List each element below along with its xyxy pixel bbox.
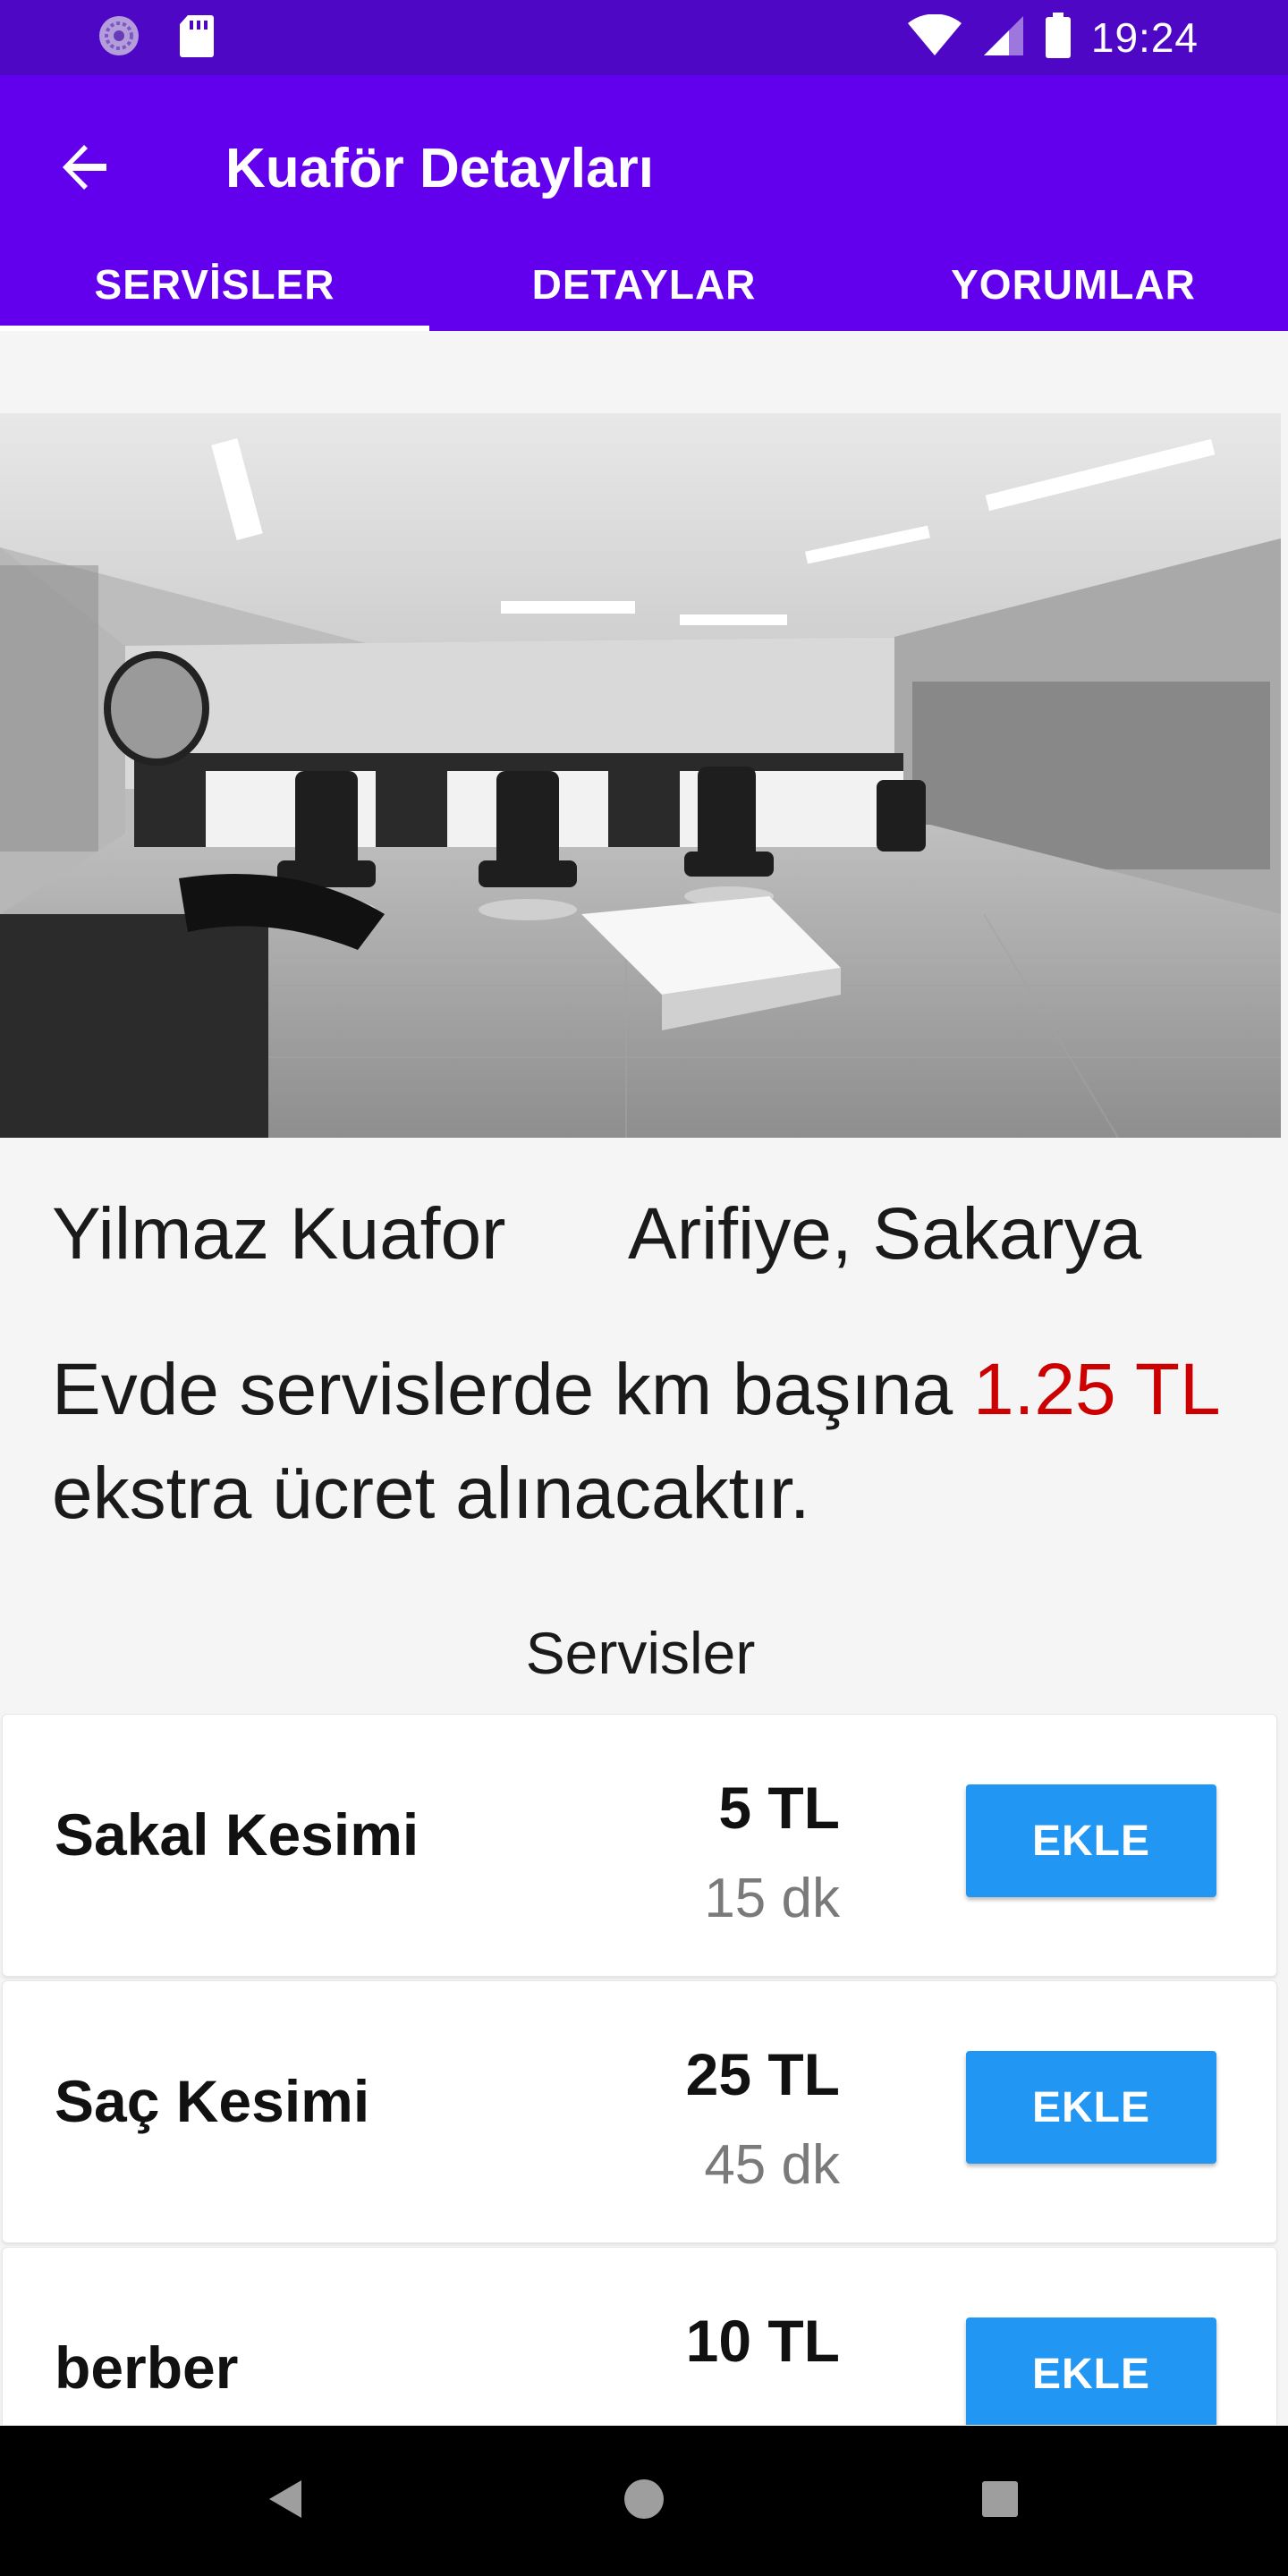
service-name: berber: [55, 2334, 239, 2401]
app-bar: Kuaför Detayları SERVİSLER DETAYLAR YORU…: [0, 75, 1288, 331]
add-service-button[interactable]: EKLE: [966, 2051, 1216, 2164]
page-title: Kuaför Detayları: [225, 138, 654, 199]
tab-yorumlar[interactable]: YORUMLAR: [859, 254, 1288, 331]
add-service-button[interactable]: EKLE: [966, 1784, 1216, 1897]
service-price: 5 TL: [718, 1775, 840, 1841]
service-duration: 45 dk: [704, 2134, 840, 2196]
recents-square-icon: [978, 2477, 1022, 2526]
status-bar: 19:24: [0, 0, 1288, 75]
nav-home-button[interactable]: [608, 2465, 680, 2537]
tab-servisler[interactable]: SERVİSLER: [0, 254, 429, 331]
wifi-icon: [907, 13, 962, 62]
tab-indicator: [0, 326, 429, 331]
service-price: 10 TL: [685, 2308, 840, 2374]
notice-text-after: ekstra ücret alınacaktır.: [52, 1453, 810, 1534]
status-time: 19:24: [1090, 14, 1199, 61]
service-card: Sakal Kesimi 5 TL 15 dk EKLE: [2, 1714, 1277, 1977]
service-name: Sakal Kesimi: [55, 1801, 419, 1868]
toolbar: Kuaför Detayları: [0, 75, 1288, 254]
notice-price: 1.25 TL: [973, 1349, 1218, 1430]
service-name: Saç Kesimi: [55, 2068, 370, 2134]
arrow-back-icon: [58, 140, 112, 199]
tab-detaylar[interactable]: DETAYLAR: [429, 254, 859, 331]
service-duration: 15 dk: [704, 1868, 840, 1929]
services-section-title: Servisler: [525, 1620, 756, 1686]
nav-back-button[interactable]: [250, 2465, 322, 2537]
service-card: berber 10 TL EKLE: [2, 2247, 1277, 2425]
shop-info: Yilmaz Kuafor Arifiye, Sakarya: [52, 1190, 1250, 1279]
add-service-button[interactable]: EKLE: [966, 2318, 1216, 2425]
battery-icon: [1045, 12, 1072, 64]
app-notification-icon: [97, 13, 141, 63]
back-button[interactable]: [45, 129, 125, 209]
service-card: Saç Kesimi 25 TL 45 dk EKLE: [2, 1980, 1277, 2243]
screen: 19:24 Kuaför Detayları SERVİSLER DETAYLA…: [0, 0, 1288, 2576]
tab-bar: SERVİSLER DETAYLAR YORUMLAR: [0, 254, 1288, 331]
shop-name: Yilmaz Kuafor: [52, 1193, 506, 1275]
system-nav-bar: [0, 2426, 1288, 2576]
home-circle-icon: [622, 2477, 666, 2526]
salon-photo: [0, 413, 1281, 1138]
shop-location: Arifiye, Sakarya: [628, 1193, 1142, 1275]
service-list: Sakal Kesimi 5 TL 15 dk EKLE Saç Kesimi …: [0, 1714, 1281, 2425]
back-triangle-icon: [264, 2477, 309, 2526]
signal-icon: [982, 14, 1025, 62]
nav-recents-button[interactable]: [964, 2465, 1036, 2537]
service-price: 25 TL: [685, 2041, 840, 2107]
status-left: [97, 13, 215, 63]
status-right: 19:24: [907, 12, 1199, 64]
home-service-notice: Evde servislerde km başına 1.25 TL ekstr…: [52, 1338, 1250, 1546]
sd-card-icon: [179, 13, 215, 63]
notice-text-before: Evde servislerde km başına: [52, 1349, 974, 1430]
